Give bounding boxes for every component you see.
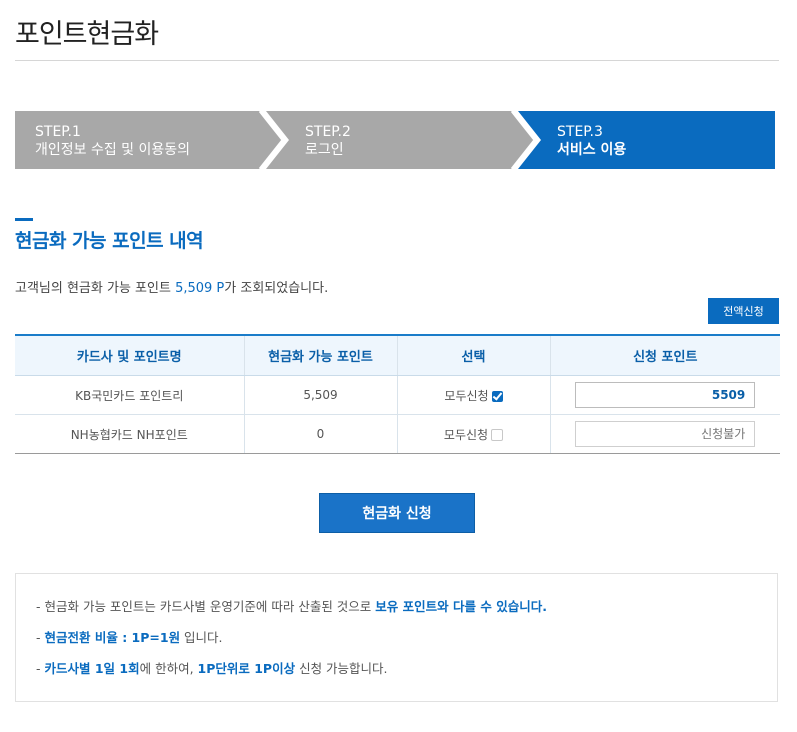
header-available-points: 현금화 가능 포인트 [243,334,397,376]
notice-1-text: - 현금화 가능 포인트는 카드사별 운영기준에 따라 산출된 것으로 [36,599,376,614]
title-divider [15,60,779,61]
notice-item: - 현금전환 비율 : 1P=1원 입니다. [36,627,777,658]
select-all-label: 모두신청 [443,427,489,442]
summary-amount: 5,509 P [175,281,225,296]
select-cell: 모두신청 [396,375,550,415]
page-title: 포인트현금화 [15,19,159,50]
step-3: STEP.3 서비스 이용 [557,123,626,159]
request-points-input[interactable] [575,382,756,408]
summary-prefix: 고객님의 현금화 가능 포인트 [15,281,176,296]
available-points: 0 [243,414,397,454]
request-points-input [575,421,756,447]
notice-1-highlight: 보유 포인트와 다를 수 있습니다. [375,599,547,614]
apply-all-button[interactable]: 전액신청 [708,298,779,324]
step-2-label: 로그인 [305,142,344,158]
card-name: KB국민카드 포인트리 [15,375,244,415]
apply-cash-button[interactable]: 현금화 신청 [319,493,475,533]
step-indicator: STEP.1 개인정보 수집 및 이용동의 STEP.2 로그인 STEP.3 … [15,111,775,169]
header-card-name: 카드사 및 포인트명 [15,334,244,376]
notice-3-highlight-2: 1P단위로 1P이상 [197,661,296,676]
section-title: 현금화 가능 포인트 내역 [15,230,204,252]
step-1-label: 개인정보 수집 및 이용동의 [35,142,191,158]
notice-item: - 현금화 가능 포인트는 카드사별 운영기준에 따라 산출된 것으로 보유 포… [36,596,777,627]
step-1-number: STEP.1 [35,124,81,140]
header-request-points: 신청 포인트 [549,334,780,376]
card-name: NH농협카드 NH포인트 [15,414,244,454]
step-3-label: 서비스 이용 [557,142,627,158]
notice-2-highlight: 현금전환 비율 : 1P=1원 [44,630,181,645]
request-cell [549,414,780,454]
step-1: STEP.1 개인정보 수집 및 이용동의 [35,123,190,159]
step-2: STEP.2 로그인 [305,123,351,159]
step-2-number: STEP.2 [305,124,351,140]
request-cell [549,375,780,415]
points-summary: 고객님의 현금화 가능 포인트 5,509 P가 조회되었습니다. [15,277,328,296]
select-all-checkbox[interactable] [491,390,503,402]
select-cell: 모두신청 [396,414,550,454]
summary-suffix: 가 조회되었습니다. [224,281,329,296]
select-all-checkbox[interactable] [491,428,504,441]
notice-box: - 현금화 가능 포인트는 카드사별 운영기준에 따라 산출된 것으로 보유 포… [15,573,778,702]
table-row: NH농협카드 NH포인트 0 모두신청 [15,414,780,454]
header-select: 선택 [396,334,550,376]
notice-3-text-1: 에 한하여, [139,661,198,676]
notice-item: - 카드사별 1일 1회에 한하여, 1P단위로 1P이상 신청 가능합니다. [36,658,777,689]
table-header-row: 카드사 및 포인트명 현금화 가능 포인트 선택 신청 포인트 [15,334,780,376]
section-accent-bar [15,218,33,221]
select-all-label: 모두신청 [444,388,489,403]
notice-2-text: 입니다. [180,630,223,645]
notice-3-highlight-1: 카드사별 1일 1회 [44,661,140,676]
notice-3-text-2: 신청 가능합니다. [295,661,388,676]
step-3-number: STEP.3 [557,124,603,140]
table-row: KB국민카드 포인트리 5,509 모두신청 [15,375,780,415]
available-points: 5,509 [243,375,397,415]
points-table: 카드사 및 포인트명 현금화 가능 포인트 선택 신청 포인트 KB국민카드 포… [15,334,780,454]
